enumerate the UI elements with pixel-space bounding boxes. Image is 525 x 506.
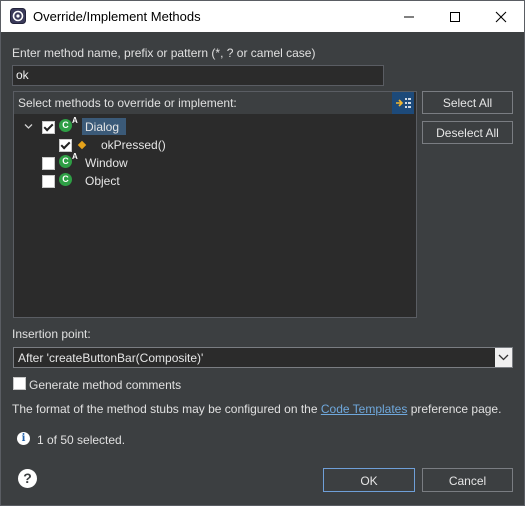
format-note-suffix: preference page. — [410, 402, 502, 416]
generate-comments-label: Generate method comments — [29, 378, 182, 392]
dropdown-button[interactable] — [495, 348, 512, 367]
help-icon[interactable]: ? — [18, 469, 37, 488]
class-icon: C — [59, 119, 72, 132]
dialog-checkbox[interactable] — [42, 121, 55, 134]
tree-row-label: Dialog — [85, 120, 120, 134]
tree-row-object[interactable]: C Object — [14, 172, 414, 190]
methods-tree[interactable]: Select methods to override or implement:… — [13, 91, 417, 318]
tree-row-window[interactable]: C A Window — [14, 152, 414, 172]
object-checkbox[interactable] — [42, 175, 55, 188]
filter-label: Enter method name, prefix or pattern (*,… — [12, 46, 316, 60]
protected-method-icon — [77, 140, 87, 150]
abstract-marker-icon: A — [72, 152, 78, 161]
tree-row-label: okPressed() — [101, 138, 166, 152]
sort-by-declaration-toggle[interactable] — [392, 92, 414, 114]
abstract-marker-icon: A — [72, 116, 78, 125]
format-note: The format of the method stubs may be co… — [12, 402, 501, 416]
insertion-point-label: Insertion point: — [12, 327, 91, 341]
close-button[interactable] — [478, 1, 524, 32]
dialog-window: Override/Implement Methods Enter method … — [0, 0, 525, 506]
cancel-button[interactable]: Cancel — [422, 468, 513, 492]
window-checkbox[interactable] — [42, 157, 55, 170]
format-note-text: The format of the method stubs may be co… — [12, 402, 318, 416]
minimize-button[interactable] — [386, 1, 432, 32]
info-icon: i — [17, 432, 30, 445]
method-filter-input[interactable]: ok — [12, 65, 384, 86]
selection-status: 1 of 50 selected. — [37, 433, 126, 447]
title-bar: Override/Implement Methods — [1, 1, 524, 32]
select-all-button[interactable]: Select All — [422, 91, 513, 114]
deselect-all-button[interactable]: Deselect All — [422, 121, 513, 144]
minimize-icon — [404, 16, 414, 18]
close-icon — [495, 11, 507, 23]
class-icon: C — [59, 173, 72, 186]
insertion-point-select[interactable]: After 'createButtonBar(Composite)' — [13, 347, 513, 368]
tree-row-label: Window — [85, 156, 128, 170]
chevron-down-icon — [498, 354, 509, 361]
eclipse-app-icon — [10, 8, 26, 24]
tree-header-label: Select methods to override or implement: — [18, 96, 237, 110]
tree-row-dialog[interactable]: C A Dialog — [14, 116, 414, 136]
maximize-icon — [450, 12, 460, 22]
tree-row-label: Object — [85, 174, 120, 188]
okpressed-checkbox[interactable] — [59, 139, 72, 152]
class-icon: C — [59, 155, 72, 168]
ok-button[interactable]: OK — [323, 468, 415, 492]
maximize-button[interactable] — [432, 1, 478, 32]
sort-order-icon — [396, 98, 411, 108]
insertion-point-value: After 'createButtonBar(Composite)' — [18, 351, 204, 365]
code-templates-link[interactable]: Code Templates — [321, 402, 408, 416]
window-title: Override/Implement Methods — [33, 9, 201, 24]
tree-header: Select methods to override or implement: — [14, 92, 392, 114]
chevron-down-icon[interactable] — [24, 122, 33, 131]
generate-comments-checkbox[interactable] — [13, 377, 26, 390]
